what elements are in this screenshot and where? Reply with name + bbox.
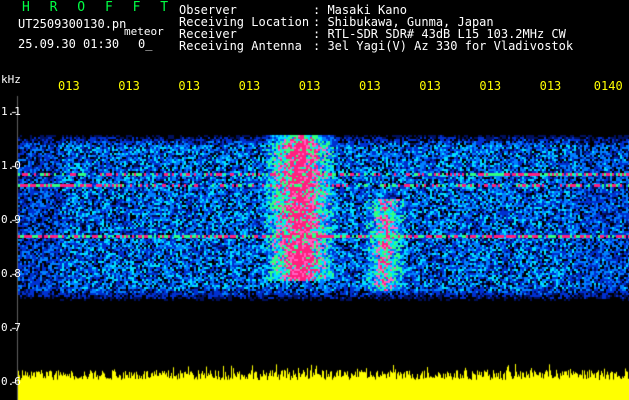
- y-tick-label: 0.8: [1, 267, 21, 281]
- x-tick-label: 013: [359, 79, 381, 93]
- antenna-label: Receiving Antenna: [179, 39, 302, 53]
- y-tick-label: 0.6: [1, 375, 21, 388]
- x-tick-label: 013: [419, 79, 441, 93]
- x-tick-label: 0140: [593, 79, 623, 93]
- y-tick-label: 1.0: [1, 159, 21, 173]
- x-tick-label: 013: [479, 79, 502, 93]
- file-name: UT2509300130.pn: [18, 17, 127, 31]
- date-time: 25.09.30 01:30: [18, 37, 120, 51]
- spectrogram-plot: [0, 0, 629, 400]
- x-tick-label: 013: [539, 79, 562, 93]
- x-tick-label: 013: [238, 79, 261, 93]
- antenna-value: : 3el Yagi(V) Az 330 for Vladivostok: [313, 39, 574, 53]
- x-tick-label: 013: [58, 79, 80, 93]
- x-tick-label: 013: [118, 79, 140, 93]
- y-tick-label: 0.9: [1, 213, 21, 227]
- y-tick-label: 0.7: [1, 321, 21, 335]
- status-flag: 0_: [138, 37, 153, 51]
- x-tick-label: 013: [178, 79, 201, 93]
- y-tick-label: 1.1: [1, 105, 21, 119]
- x-tick-label: 013: [298, 79, 321, 93]
- brand-title: H R O F F T: [22, 0, 175, 15]
- y-axis-unit: kHz: [1, 73, 21, 86]
